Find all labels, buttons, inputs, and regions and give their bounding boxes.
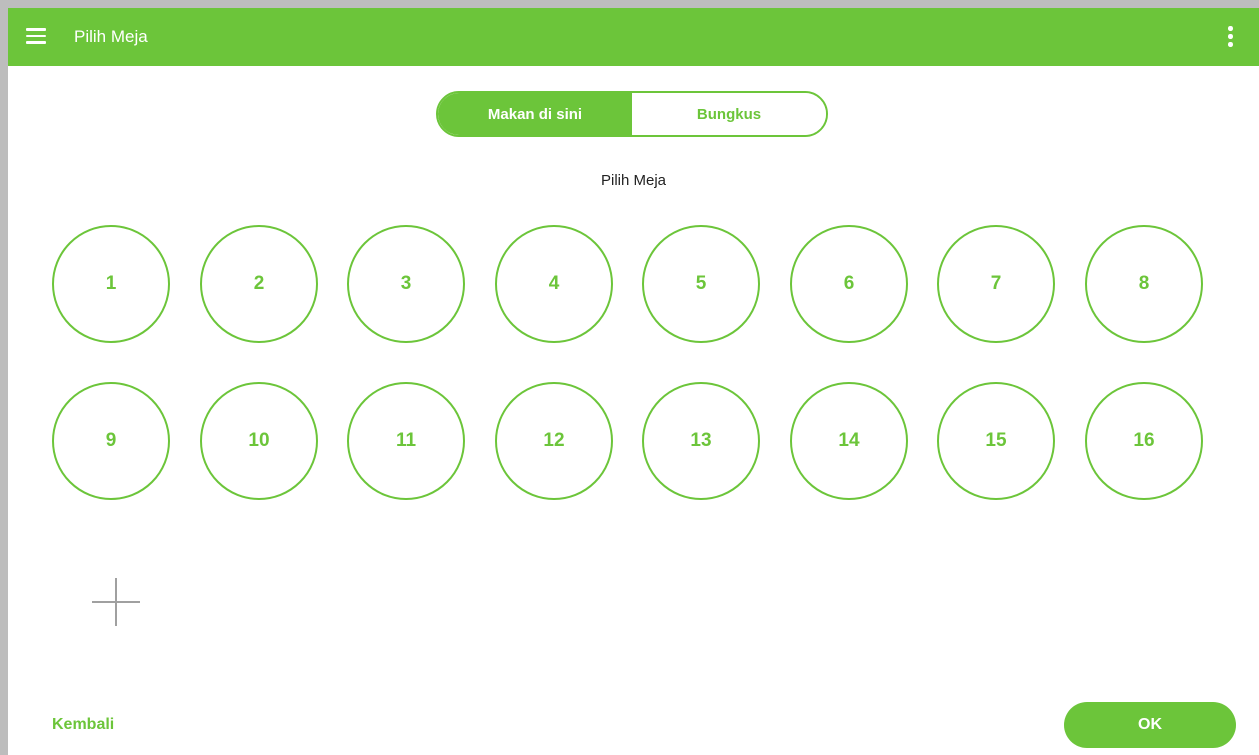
page-title: Pilih Meja [74,27,148,46]
takeaway-tab[interactable]: Bungkus [632,93,826,135]
table-button-4[interactable]: 4 [495,225,613,343]
table-button-11[interactable]: 11 [347,382,465,500]
add-table-button[interactable] [92,578,140,626]
table-button-14[interactable]: 14 [790,382,908,500]
section-label: Pilih Meja [600,172,667,189]
order-type-toggle: Makan di sini Bungkus [436,91,828,137]
table-button-9[interactable]: 9 [52,382,170,500]
table-button-15[interactable]: 15 [937,382,1055,500]
table-button-1[interactable]: 1 [52,225,170,343]
table-button-6[interactable]: 6 [790,225,908,343]
table-button-10[interactable]: 10 [200,382,318,500]
table-button-13[interactable]: 13 [642,382,760,500]
table-button-16[interactable]: 16 [1085,382,1203,500]
table-button-2[interactable]: 2 [200,225,318,343]
table-button-12[interactable]: 12 [495,382,613,500]
table-button-5[interactable]: 5 [642,225,760,343]
dine-in-tab[interactable]: Makan di sini [438,93,632,135]
more-vertical-icon[interactable] [1220,26,1240,48]
table-button-8[interactable]: 8 [1085,225,1203,343]
app-bar: Pilih Meja [8,8,1259,66]
table-button-3[interactable]: 3 [347,225,465,343]
app-window: Pilih Meja Makan di sini Bungkus Pilih M… [8,8,1259,755]
hamburger-menu-icon[interactable] [26,28,46,44]
table-button-7[interactable]: 7 [937,225,1055,343]
ok-button[interactable]: OK [1064,702,1236,748]
back-button[interactable]: Kembali [52,716,114,734]
